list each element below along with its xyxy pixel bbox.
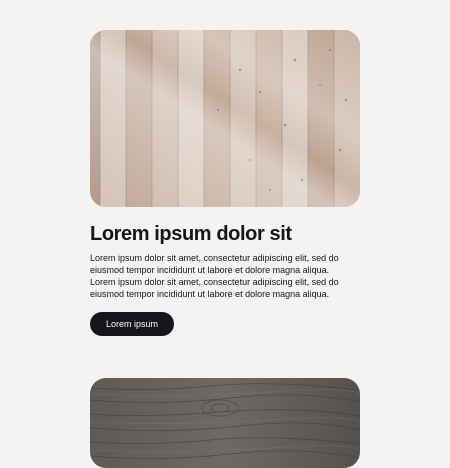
content-card — [90, 378, 360, 468]
card-title: Lorem ipsum dolor sit — [90, 223, 292, 245]
light-wood-planks-image — [90, 30, 360, 207]
card-body-text: Lorem ipsum dolor sit amet, consectetur … — [90, 253, 339, 299]
dark-weathered-wood-image — [90, 378, 360, 468]
content-card: Lorem ipsum dolor sit Lorem ipsum dolor … — [90, 30, 360, 336]
cta-button[interactable]: Lorem ipsum — [90, 312, 175, 336]
